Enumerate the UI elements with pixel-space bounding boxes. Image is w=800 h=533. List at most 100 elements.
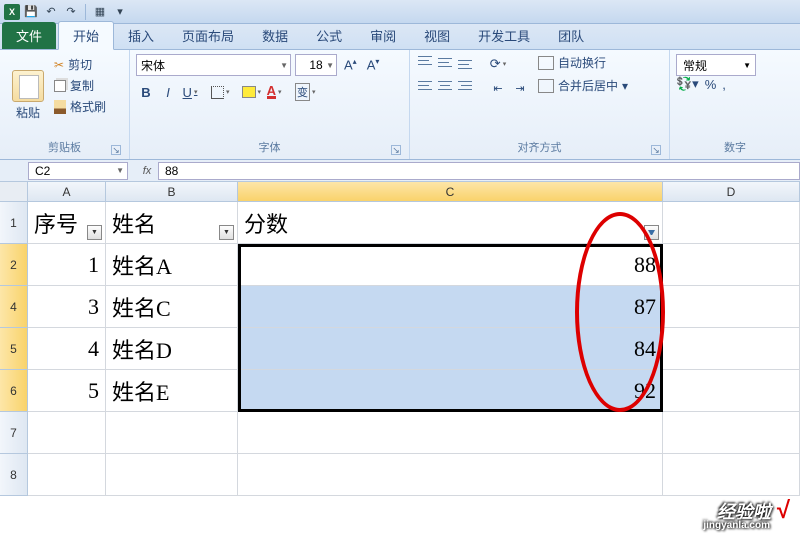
filter-active-icon[interactable] (644, 225, 659, 240)
qat-dropdown-icon[interactable]: ▾ (111, 3, 129, 21)
shrink-font-icon[interactable]: A▾ (364, 57, 383, 72)
cell[interactable] (663, 202, 800, 244)
cell[interactable] (238, 412, 663, 454)
tab-insert[interactable]: 插入 (114, 22, 168, 49)
col-header-c[interactable]: C (238, 182, 663, 202)
cell[interactable] (28, 454, 106, 496)
percent-button[interactable]: % (705, 77, 717, 92)
cell[interactable] (663, 286, 800, 328)
copy-icon (54, 80, 66, 92)
fx-icon[interactable]: fx (136, 165, 158, 177)
cell[interactable] (28, 412, 106, 454)
font-name-combo[interactable]: 宋体▼ (136, 54, 291, 76)
paste-button[interactable]: 粘贴 (16, 104, 40, 121)
font-size-combo[interactable]: 18▼ (295, 54, 337, 76)
cell[interactable] (106, 412, 238, 454)
qat-item-icon[interactable]: ▦ (91, 3, 109, 21)
table-row: 43姓名C87 (0, 286, 800, 328)
font-color-button[interactable]: A (264, 82, 284, 102)
wrap-text-button[interactable]: 自动换行 (538, 54, 628, 71)
cell-score[interactable]: 87 (238, 286, 663, 328)
tab-home[interactable]: 开始 (58, 21, 114, 50)
cell[interactable] (663, 412, 800, 454)
dialog-launcher-icon[interactable]: ↘ (111, 145, 121, 155)
cell-seq[interactable]: 4 (28, 328, 106, 370)
tab-view[interactable]: 视图 (410, 22, 464, 49)
dialog-launcher-icon[interactable]: ↘ (391, 145, 401, 155)
cell-name[interactable]: 姓名E (106, 370, 238, 412)
italic-button[interactable]: I (158, 82, 178, 102)
cell-score[interactable]: 92 (238, 370, 663, 412)
dialog-launcher-icon[interactable]: ↘ (651, 145, 661, 155)
filter-icon[interactable] (219, 225, 234, 240)
number-format-combo[interactable]: 常规▼ (676, 54, 756, 76)
cell-name[interactable]: 姓名A (106, 244, 238, 286)
align-middle-icon[interactable] (436, 54, 454, 70)
bold-button[interactable]: B (136, 82, 156, 102)
tab-data[interactable]: 数据 (248, 22, 302, 49)
cut-button[interactable]: ✂剪切 (54, 56, 106, 73)
cell-header-score[interactable]: 分数 (238, 202, 663, 244)
tab-formula[interactable]: 公式 (302, 22, 356, 49)
table-row: 65姓名E92 (0, 370, 800, 412)
col-header-b[interactable]: B (106, 182, 238, 202)
currency-icon[interactable]: 💱▾ (676, 76, 699, 92)
format-painter-button[interactable]: 格式刷 (54, 98, 106, 115)
cell[interactable] (663, 370, 800, 412)
increase-indent-icon[interactable]: ⇥ (510, 78, 530, 98)
tab-review[interactable]: 审阅 (356, 22, 410, 49)
underline-button[interactable]: U (180, 82, 200, 102)
save-icon[interactable]: 💾 (22, 3, 40, 21)
tab-team[interactable]: 团队 (544, 22, 598, 49)
cell[interactable] (663, 454, 800, 496)
cell[interactable] (106, 454, 238, 496)
align-center-icon[interactable] (436, 78, 454, 94)
cell[interactable] (663, 244, 800, 286)
undo-icon[interactable]: ↶ (42, 3, 60, 21)
row-header[interactable]: 7 (0, 412, 28, 454)
copy-button[interactable]: 复制 (54, 77, 106, 94)
align-right-icon[interactable] (456, 78, 474, 94)
filter-icon[interactable] (87, 225, 102, 240)
cell-header-seq[interactable]: 序号 (28, 202, 106, 244)
cell-score[interactable]: 88 (238, 244, 663, 286)
row-header[interactable]: 4 (0, 286, 28, 328)
quick-access-toolbar: X 💾 ↶ ↷ ▦ ▾ (0, 0, 800, 24)
cell-seq[interactable]: 3 (28, 286, 106, 328)
cell-score[interactable]: 84 (238, 328, 663, 370)
row-header[interactable]: 2 (0, 244, 28, 286)
tab-dev[interactable]: 开发工具 (464, 22, 544, 49)
cell-seq[interactable]: 1 (28, 244, 106, 286)
name-box[interactable]: C2▼ (28, 162, 128, 180)
cell-header-name[interactable]: 姓名 (106, 202, 238, 244)
col-header-a[interactable]: A (28, 182, 106, 202)
fill-color-button[interactable] (241, 82, 263, 102)
comma-button[interactable]: , (722, 77, 726, 92)
border-button[interactable] (210, 82, 231, 102)
tab-layout[interactable]: 页面布局 (168, 22, 248, 49)
cell-name[interactable]: 姓名D (106, 328, 238, 370)
cell-seq[interactable]: 5 (28, 370, 106, 412)
align-left-icon[interactable] (416, 78, 434, 94)
phonetic-button[interactable]: 变 (294, 82, 317, 102)
paste-icon[interactable] (12, 70, 44, 102)
border-icon (211, 86, 224, 99)
row-header[interactable]: 8 (0, 454, 28, 496)
redo-icon[interactable]: ↷ (62, 3, 80, 21)
merge-center-button[interactable]: 合并后居中 ▾ (538, 77, 628, 94)
cell-name[interactable]: 姓名C (106, 286, 238, 328)
grow-font-icon[interactable]: A▴ (341, 57, 360, 72)
align-top-icon[interactable] (416, 54, 434, 70)
select-all-corner[interactable] (0, 182, 28, 202)
tab-file[interactable]: 文件 (2, 22, 56, 49)
formula-input[interactable]: 88 (158, 162, 800, 180)
align-bottom-icon[interactable] (456, 54, 474, 70)
row-header-1[interactable]: 1 (0, 202, 28, 244)
orientation-button[interactable]: ⟳ (488, 54, 508, 74)
cell[interactable] (238, 454, 663, 496)
row-header[interactable]: 5 (0, 328, 28, 370)
row-header[interactable]: 6 (0, 370, 28, 412)
col-header-d[interactable]: D (663, 182, 800, 202)
cell[interactable] (663, 328, 800, 370)
decrease-indent-icon[interactable]: ⇤ (488, 78, 508, 98)
